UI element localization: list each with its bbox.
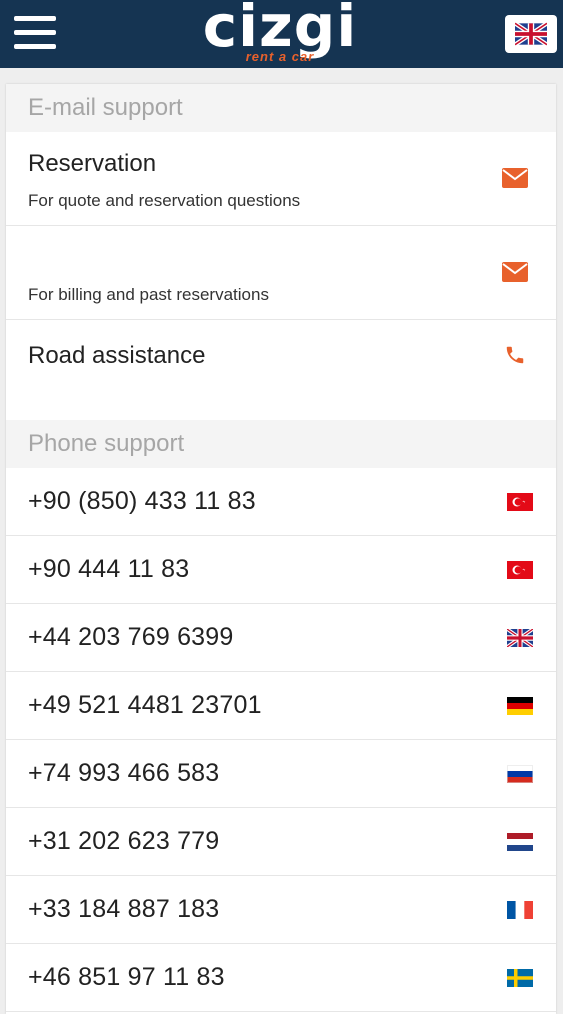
phone-number: +90 444 11 83 <box>28 555 190 583</box>
sweden-flag-icon <box>507 969 533 987</box>
phone-number: +31 202 623 779 <box>28 827 220 855</box>
turkey-flag-icon <box>507 493 533 511</box>
germany-flag-icon <box>507 697 533 715</box>
brand-logo[interactable]: cizgi rent a car <box>200 0 360 68</box>
russia-flag-icon <box>507 765 533 783</box>
road-assistance-title: Road assistance <box>28 342 206 369</box>
phone-row[interactable]: +90 444 11 83 <box>6 536 556 604</box>
phone-number: +90 (850) 433 11 83 <box>28 487 256 515</box>
hamburger-menu-icon[interactable] <box>14 16 58 52</box>
email-support-heading: E-mail support <box>6 84 556 132</box>
envelope-icon <box>502 262 528 282</box>
email-item-description: For billing and past reservations <box>28 285 269 304</box>
phone-number: +46 851 97 11 83 <box>28 963 225 991</box>
phone-row[interactable]: +74 993 466 583 <box>6 740 556 808</box>
france-flag-icon <box>507 901 533 919</box>
netherlands-flag-icon <box>507 833 533 851</box>
support-card: E-mail support Reservation For quote and… <box>6 84 556 1014</box>
email-billing-item[interactable]: For billing and past reservations <box>6 226 556 320</box>
road-assistance-item[interactable]: Road assistance <box>6 320 556 380</box>
phone-row[interactable]: +90 (850) 433 11 83 <box>6 468 556 536</box>
phone-support-heading: Phone support <box>6 420 556 468</box>
email-item-description: For quote and reservation questions <box>28 191 301 210</box>
phone-icon <box>506 346 524 364</box>
phone-row[interactable]: +46 851 97 11 83 <box>6 944 556 1012</box>
email-reservation-item[interactable]: Reservation For quote and reservation qu… <box>6 132 556 226</box>
uk-flag-icon <box>507 629 533 647</box>
phone-number: +74 993 466 583 <box>28 759 220 787</box>
phone-number: +49 521 4481 23701 <box>28 691 262 719</box>
phone-number: +44 203 769 6399 <box>28 623 234 651</box>
turkey-flag-icon <box>507 561 533 579</box>
phone-row[interactable]: +49 521 4481 23701 <box>6 672 556 740</box>
phone-row[interactable]: +33 184 887 183 <box>6 876 556 944</box>
phone-row[interactable]: +44 203 769 6399 <box>6 604 556 672</box>
envelope-icon <box>502 168 528 188</box>
uk-flag-icon <box>515 22 547 46</box>
phone-row[interactable]: +31 202 623 779 <box>6 808 556 876</box>
phone-number: +33 184 887 183 <box>28 895 220 923</box>
logo-tagline: rent a car <box>245 49 315 64</box>
app-header: cizgi rent a car <box>0 0 563 68</box>
language-selector-button[interactable] <box>505 15 557 53</box>
email-item-title: Reservation <box>28 150 157 177</box>
